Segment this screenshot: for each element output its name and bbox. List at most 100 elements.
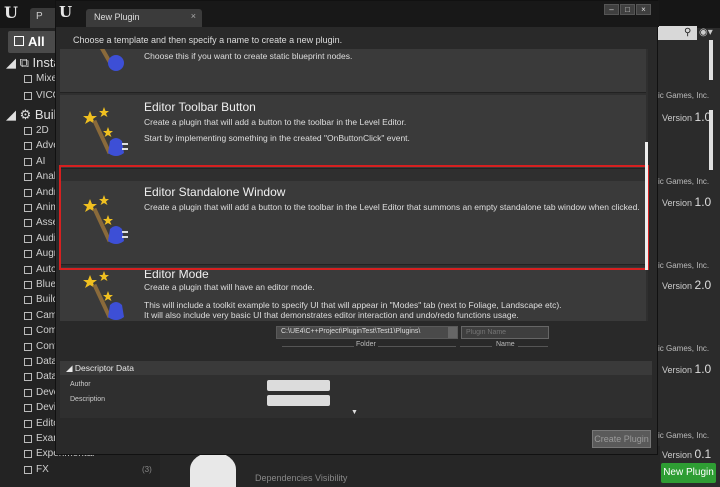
category-icon	[24, 281, 32, 289]
filter-all-button[interactable]: All	[8, 31, 56, 53]
template-description: Start by implementing something in the c…	[144, 133, 410, 143]
sidebar-item-label: Com	[36, 325, 58, 337]
close-button[interactable]: ×	[636, 4, 651, 15]
plugin-developer: ic Games, Inc.	[658, 344, 710, 353]
template-description: It will also include very basic UI that …	[144, 310, 519, 320]
category-icon	[24, 311, 32, 320]
new-plugin-button[interactable]: New Plugin	[661, 463, 716, 483]
maximize-button[interactable]: □	[620, 4, 635, 15]
plugin-version: Version 1.0	[662, 195, 712, 209]
bottom-plugin-text: Dependencies Visibility	[255, 473, 348, 483]
plugin-version: Version 1.0	[662, 362, 712, 376]
folder-path-field[interactable]: C:\UE4\C++Project\PluginTest\Test1\Plugi…	[276, 326, 458, 339]
author-input[interactable]	[267, 380, 330, 391]
category-icon	[24, 142, 32, 151]
dialog-subtitle: Choose a template and then specify a nam…	[73, 35, 343, 45]
installed-section-header[interactable]: ◢ ⧉ Insta	[6, 55, 61, 71]
template-item[interactable]: Editor Toolbar Button Create a plugin th…	[60, 95, 646, 169]
plugin-wand-icon	[83, 107, 128, 156]
category-icon	[24, 435, 32, 443]
sidebar-item[interactable]: FX (3)	[24, 463, 152, 481]
category-icon	[24, 157, 32, 166]
sidebar-item-label: FX	[36, 463, 49, 475]
category-icon	[24, 265, 32, 274]
minimize-button[interactable]: –	[604, 4, 619, 15]
sidebar-item-label: Data	[36, 371, 58, 383]
template-description: Create a plugin that will have an editor…	[144, 282, 315, 292]
unreal-logo-icon: U	[4, 3, 18, 22]
plugin-icon	[190, 452, 236, 487]
search-icon[interactable]: ⚲	[684, 27, 691, 38]
plugin-version: Version 1.0	[662, 110, 712, 124]
category-icon	[24, 342, 32, 351]
template-item[interactable]: Editor Mode Create a plugin that will ha…	[60, 267, 646, 321]
category-count: (3)	[142, 464, 152, 474]
template-description: Create a plugin that will add a button t…	[144, 117, 407, 127]
divider	[518, 346, 548, 347]
background-tab-label: P	[36, 11, 43, 22]
sidebar-item-label: Auto	[36, 263, 57, 275]
category-icon	[24, 450, 32, 459]
category-icon	[24, 204, 32, 212]
plugin-developer: ic Games, Inc.	[658, 177, 710, 186]
sidebar-item-label: Andr	[36, 186, 58, 198]
sidebar-item-label: Cont	[36, 340, 58, 352]
category-icon	[24, 419, 32, 428]
expand-chevron-icon[interactable]: ▼	[351, 409, 358, 416]
plugin-developer: ic Games, Inc.	[658, 431, 710, 440]
divider	[378, 346, 456, 347]
sidebar-item-label: Anal	[36, 171, 57, 183]
category-icon	[24, 296, 32, 305]
description-input[interactable]	[267, 395, 330, 406]
template-title: Editor Toolbar Button	[144, 100, 256, 114]
template-item[interactable]: Choose this if you want to create static…	[60, 49, 646, 93]
category-icon	[24, 188, 32, 197]
category-icon	[24, 75, 32, 83]
category-icon	[24, 465, 32, 474]
descriptor-data-panel: ◢ Descriptor Data Author Description ▼	[60, 361, 652, 418]
plugin-developer: ic Games, Inc.	[658, 261, 710, 270]
divider	[282, 346, 354, 347]
dialog-tab-title: New Plugin	[94, 12, 140, 22]
category-icon	[24, 234, 32, 243]
description-label: Description	[70, 396, 106, 403]
view-options-icon[interactable]: ◉▾	[699, 27, 713, 38]
built-in-section-header[interactable]: ◢ ⚙ Built	[6, 107, 60, 123]
plugin-version: Version 0.1	[662, 447, 712, 461]
sidebar-item-label: Cam	[36, 309, 58, 321]
plugin-name-input[interactable]	[461, 326, 549, 339]
template-description: This will include a toolkit example to s…	[144, 300, 562, 310]
sidebar-item-label: Blue	[36, 279, 57, 290]
category-icon	[24, 173, 32, 182]
category-icon	[24, 373, 32, 382]
scrollbar-top[interactable]	[709, 40, 713, 80]
sidebar-item-label: Audi	[36, 232, 57, 244]
name-label: Name	[496, 341, 515, 348]
author-label: Author	[70, 381, 91, 388]
sidebar-item-label: Augr	[36, 248, 58, 260]
unreal-logo-icon: U	[59, 3, 73, 21]
category-icon	[24, 127, 32, 135]
filter-all-label: All	[28, 34, 45, 49]
category-icon	[24, 388, 32, 397]
browse-folder-button[interactable]	[448, 327, 457, 338]
descriptor-header[interactable]: ◢ Descriptor Data	[60, 361, 652, 375]
sidebar-item-label: Data	[36, 356, 58, 367]
sidebar-item-label: AI	[36, 155, 46, 167]
sidebar-item-label: 2D	[36, 125, 49, 136]
scrollbar-thumb[interactable]	[709, 110, 713, 170]
plugin-wand-icon	[83, 271, 124, 320]
template-list-scrollbar[interactable]	[645, 142, 648, 270]
plugin-developer: ic Games, Inc.	[658, 91, 710, 100]
folder-label: Folder	[356, 341, 376, 348]
all-icon	[14, 36, 24, 46]
category-icon	[24, 219, 32, 228]
divider	[460, 346, 492, 347]
dialog-tab[interactable]: New Plugin ×	[86, 9, 202, 27]
category-icon	[24, 404, 32, 413]
sidebar-item[interactable]: Mixe	[24, 73, 57, 90]
sidebar-item-label: Devi	[36, 402, 57, 414]
create-plugin-button[interactable]: Create Plugin	[592, 430, 651, 448]
template-description: Choose this if you want to create static…	[144, 51, 353, 61]
tab-close-icon[interactable]: ×	[191, 11, 196, 21]
